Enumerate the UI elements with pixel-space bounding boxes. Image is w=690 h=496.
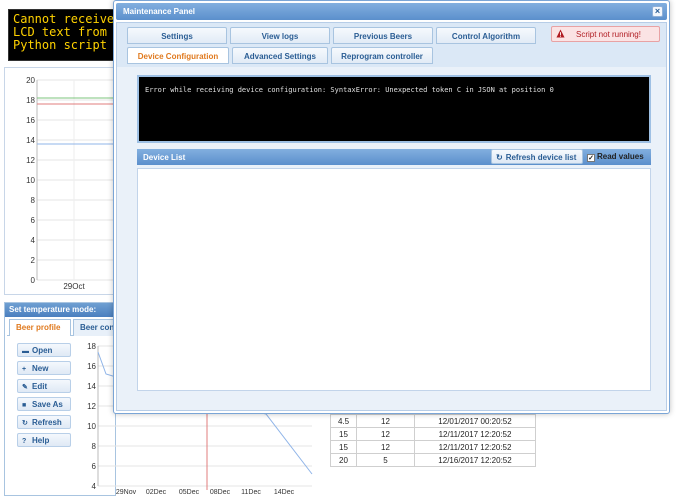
y-tick: 20 <box>26 76 35 85</box>
temperature-chart: 20 18 16 14 12 10 8 6 4 2 0 29Oct <box>4 67 117 295</box>
table-row[interactable]: 20 5 12/16/2017 12:20:52 <box>330 453 536 467</box>
disk-icon: ■ <box>22 402 27 409</box>
tab-control-algorithm[interactable]: Control Algorithm <box>436 27 536 44</box>
lcd-display: Cannot receive LCD text from Python script <box>8 9 116 61</box>
refresh-device-list-label: Refresh device list <box>505 153 577 162</box>
y-tick: 16 <box>87 362 96 371</box>
dialog-titlebar[interactable]: Maintenance Panel × <box>116 3 667 20</box>
folder-icon: ▬ <box>22 348 29 355</box>
error-console: Error while receiving device configurati… <box>137 75 651 143</box>
table-cell: 12/16/2017 12:20:52 <box>414 453 536 467</box>
y-tick: 6 <box>92 462 97 471</box>
y-tick: 2 <box>31 256 36 265</box>
table-cell: 12/11/2017 12:20:52 <box>414 427 536 441</box>
y-tick: 12 <box>87 402 96 411</box>
y-tick: 4 <box>92 482 97 491</box>
y-tick: 10 <box>26 176 35 185</box>
dialog-body: Settings View logs Previous Beers Contro… <box>116 22 667 411</box>
x-tick: 08Dec <box>210 489 231 496</box>
help-icon: ? <box>22 438 27 445</box>
device-configuration-panel: Error while receiving device configurati… <box>133 69 654 393</box>
tab-beer-profile[interactable]: Beer profile <box>9 319 71 336</box>
refresh-label: Refresh <box>32 418 62 427</box>
checkbox-icon[interactable]: ✓ <box>587 154 595 162</box>
y-tick: 14 <box>26 136 35 145</box>
tab-beer-const[interactable]: Beer const <box>73 319 117 336</box>
table-row[interactable]: 15 12 12/11/2017 12:20:52 <box>330 440 536 454</box>
mode-tabs: Beer profile Beer const <box>7 317 117 336</box>
y-tick: 16 <box>26 116 35 125</box>
save-as-label: Save As <box>32 400 63 409</box>
save-as-button[interactable]: ■ Save As <box>17 397 71 411</box>
table-cell: 12/01/2017 00:20:52 <box>414 414 536 428</box>
table-cell: 20 <box>330 453 357 467</box>
alert-text: Script not running! <box>576 30 641 39</box>
x-tick: 11Dec <box>241 489 261 496</box>
refresh-icon: ↻ <box>496 153 503 162</box>
tab-view-logs[interactable]: View logs <box>230 27 330 44</box>
read-values-label: Read values <box>597 152 644 161</box>
read-values-checkbox[interactable]: ✓ Read values <box>587 152 644 162</box>
plus-icon: + <box>22 366 27 373</box>
new-button[interactable]: + New <box>17 361 71 375</box>
x-tick: 02Dec <box>146 489 167 496</box>
profile-table: 4.5 12 12/01/2017 00:20:52 15 12 12/11/2… <box>330 414 536 467</box>
y-tick: 18 <box>87 342 96 351</box>
help-button[interactable]: ? Help <box>17 433 71 447</box>
y-tick: 8 <box>31 196 36 205</box>
y-tick: 8 <box>92 442 97 451</box>
y-tick: 6 <box>31 216 36 225</box>
close-button[interactable]: × <box>652 6 663 17</box>
pencil-icon: ✎ <box>22 384 28 391</box>
open-button[interactable]: ▬ Open <box>17 343 71 357</box>
close-icon: × <box>654 6 661 16</box>
script-status-alert: Script not running! <box>551 26 660 42</box>
open-label: Open <box>32 346 53 355</box>
y-tick: 10 <box>87 422 96 431</box>
temperature-chart-svg: 20 18 16 14 12 10 8 6 4 2 0 29Oct <box>26 76 117 291</box>
table-cell: 12 <box>356 427 415 441</box>
table-cell: 12/11/2017 12:20:52 <box>414 440 536 454</box>
table-cell: 12 <box>356 440 415 454</box>
refresh-icon: ↻ <box>22 420 28 427</box>
table-cell: 15 <box>330 440 357 454</box>
refresh-device-list-button[interactable]: ↻ Refresh device list <box>491 149 583 164</box>
x-tick: 14Dec <box>274 489 295 496</box>
table-cell: 15 <box>330 427 357 441</box>
x-tick: 05Dec <box>179 489 200 496</box>
y-tick: 4 <box>31 236 36 245</box>
table-row[interactable]: 4.5 12 12/01/2017 00:20:52 <box>330 414 536 428</box>
y-tick: 18 <box>26 96 35 105</box>
dialog-title: Maintenance Panel <box>123 7 196 16</box>
new-label: New <box>32 364 49 373</box>
refresh-button[interactable]: ↻ Refresh <box>17 415 71 429</box>
table-cell: 4.5 <box>330 414 357 428</box>
x-tick: 29Oct <box>63 282 85 291</box>
warning-icon <box>556 29 565 38</box>
lcd-line: Python script <box>13 38 107 52</box>
table-cell: 12 <box>356 414 415 428</box>
y-tick: 12 <box>26 156 35 165</box>
device-list-area <box>137 168 651 391</box>
mode-panel-title: Set temperature mode: <box>5 303 115 317</box>
edit-label: Edit <box>32 382 48 391</box>
help-label: Help <box>32 436 50 445</box>
y-tick: 14 <box>87 382 96 391</box>
edit-button[interactable]: ✎ Edit <box>17 379 71 393</box>
x-tick: 29Nov <box>116 489 137 496</box>
table-cell: 5 <box>356 453 415 467</box>
tab-settings[interactable]: Settings <box>127 27 227 44</box>
tab-advanced-settings[interactable]: Advanced Settings <box>232 47 328 64</box>
maintenance-panel-dialog: Maintenance Panel × Settings View logs P… <box>113 0 670 414</box>
tab-reprogram-controller[interactable]: Reprogram controller <box>331 47 433 64</box>
tab-previous-beers[interactable]: Previous Beers <box>333 27 433 44</box>
table-row[interactable]: 15 12 12/11/2017 12:20:52 <box>330 427 536 441</box>
tab-device-configuration[interactable]: Device Configuration <box>127 47 229 64</box>
y-tick: 0 <box>31 276 36 285</box>
